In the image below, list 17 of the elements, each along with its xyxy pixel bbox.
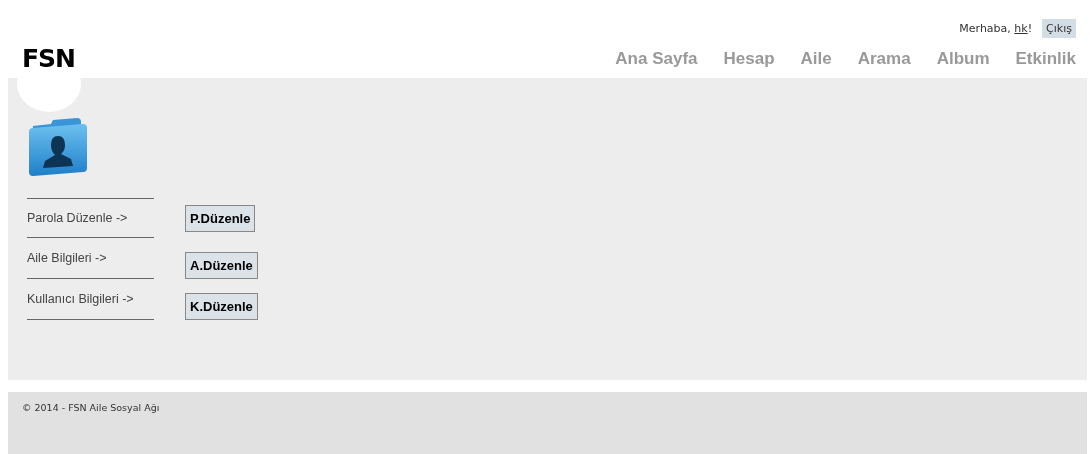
logout-button[interactable]: Çıkış (1042, 18, 1076, 38)
footer-text: © 2014 - FSN Aile Sosyal Ağı (22, 402, 160, 413)
greeting-text: Merhaba, hk! (959, 21, 1033, 35)
username-link[interactable]: hk (1014, 21, 1028, 35)
nav-link[interactable]: Album (936, 48, 990, 69)
nav-link[interactable]: Hesap (723, 48, 775, 69)
edit-button[interactable]: A.Düzenle (185, 252, 258, 279)
logo: FSN (22, 44, 75, 73)
edit-button[interactable]: K.Düzenle (185, 293, 258, 320)
nav-link[interactable]: Arama (857, 48, 911, 69)
row-label: Parola Düzenle -> (27, 198, 154, 238)
row-label: Aile Bilgileri -> (27, 238, 154, 279)
row-label: Kullanıcı Bilgileri -> (27, 279, 154, 320)
edit-button[interactable]: P.Düzenle (185, 204, 256, 232)
nav-link[interactable]: Ana Sayfa (615, 48, 698, 69)
nav-link[interactable]: Aile (800, 48, 832, 69)
nav-link[interactable]: Etkinlik (1015, 48, 1076, 69)
